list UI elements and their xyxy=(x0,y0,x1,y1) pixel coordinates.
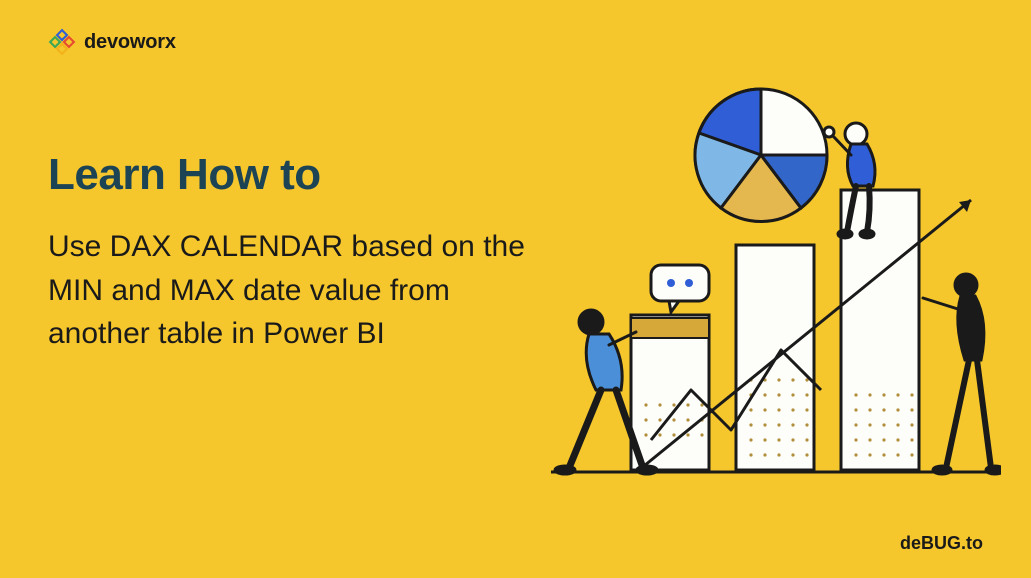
footer-suffix: .to xyxy=(961,533,983,553)
brand-lockup: devoworx xyxy=(48,28,176,56)
page-title: Learn How to xyxy=(48,150,321,200)
brand-logo-icon xyxy=(48,28,76,56)
footer-mid: BUG xyxy=(921,533,961,553)
hero-illustration xyxy=(551,60,1001,510)
brand-name: devoworx xyxy=(84,31,176,54)
footer-prefix: de xyxy=(900,533,921,553)
page-subtitle: Use DAX CALENDAR based on the MIN and MA… xyxy=(48,225,528,356)
footer-brand: deBUG.to xyxy=(900,533,983,554)
